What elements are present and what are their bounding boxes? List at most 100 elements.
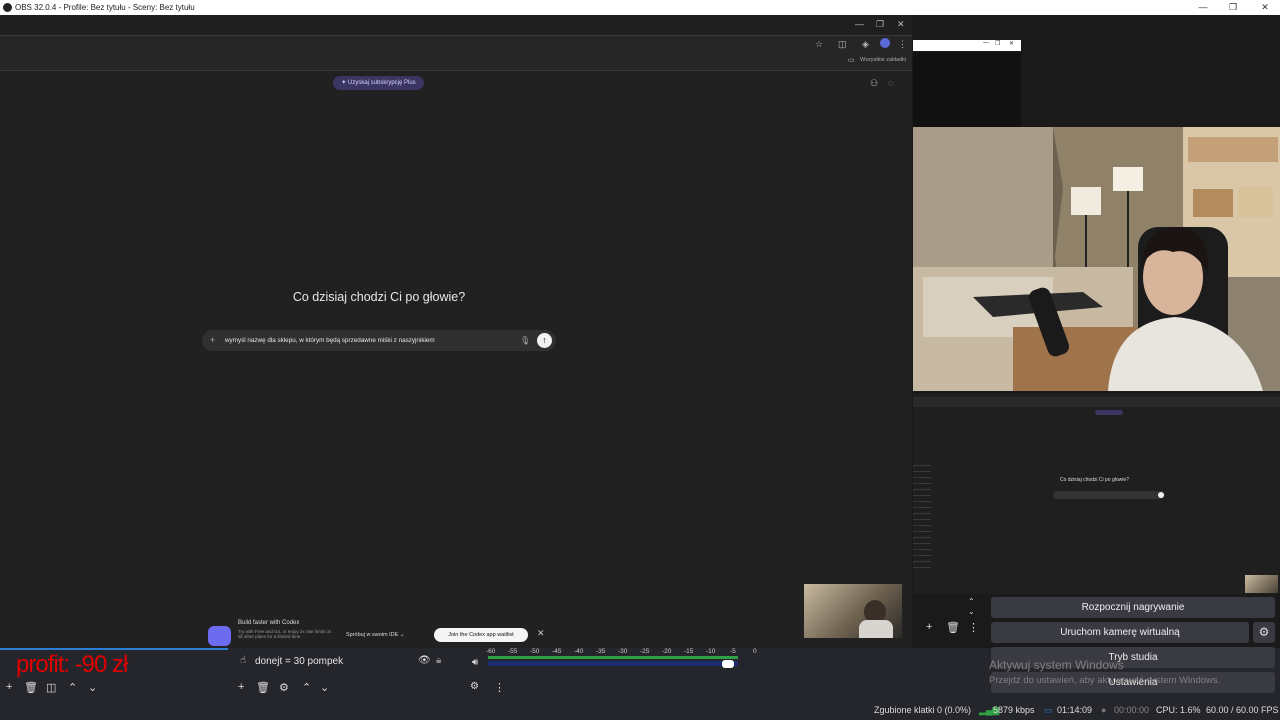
- mixer-tick: -10: [706, 648, 716, 655]
- bitrate: 5879 kbps: [993, 705, 1035, 715]
- start-virtual-camera-button[interactable]: Uruchom kamerę wirtualną: [991, 622, 1249, 643]
- windows-activation-text: Przejdź do ustawień, aby aktywować syste…: [989, 675, 1221, 686]
- window-title: OBS 32.0.4 - Profile: Bez tytułu - Sceny…: [15, 3, 195, 12]
- small-close-icon: ✕: [1009, 41, 1015, 47]
- scene-filters-button[interactable]: ◫: [46, 681, 56, 694]
- delete-scene-button[interactable]: 🗑︎: [24, 681, 38, 694]
- mixer-tick: -45: [552, 648, 562, 655]
- folder-icon: ▭: [848, 57, 855, 64]
- add-source-button[interactable]: +: [238, 681, 244, 693]
- captured-bookmarks-bar: ▭ Wszystkie zakładki: [0, 54, 912, 71]
- record-indicator-icon: ●: [1101, 705, 1107, 715]
- source-properties-gear-icon[interactable]: ⚙︎: [279, 681, 289, 694]
- chevron-down-icon: ⌄: [399, 632, 405, 638]
- captured-address-bar: ☆ ◫ ◈ ⋮: [0, 35, 912, 55]
- volume-slider-handle[interactable]: [722, 660, 734, 668]
- send-arrow-icon: ↑: [537, 333, 552, 348]
- mixer-tick: -60: [486, 648, 496, 655]
- lock-icon[interactable]: 🔒︎: [436, 655, 441, 666]
- volume-slider-track[interactable]: [488, 661, 738, 666]
- chat-headline: Co dzisiaj chodzi Ci po głowie?: [292, 290, 466, 304]
- small-restore-icon: ❐: [995, 41, 1001, 47]
- upgrade-plus-button: ✦ Uzyskaj subskrypcję Plus: [333, 76, 424, 90]
- mini-prompt-box: [1053, 491, 1165, 499]
- profit-overlay-text: profit: -90 zł: [16, 651, 128, 678]
- codex-logo-icon: [208, 626, 231, 646]
- shield-icon: ◈: [862, 39, 869, 49]
- move-source-down-button[interactable]: ⌄: [320, 681, 329, 694]
- prompt-text: wymyśl nazwę dla sklepu, w którym będą s…: [225, 337, 435, 344]
- profile-avatar-icon: [880, 38, 890, 48]
- mixer-tick: 0: [753, 648, 757, 655]
- user-add-icon: ⚇: [870, 78, 879, 88]
- cpu-usage: CPU: 1.6%: [1156, 705, 1201, 715]
- stream-time: 01:14:09: [1057, 705, 1093, 715]
- webcam-scene: [913, 127, 1280, 391]
- fps-readout: 60.00 / 60.00 FPS: [1206, 705, 1279, 715]
- captured-close-icon: ✕: [897, 19, 905, 29]
- attach-plus-icon: +: [210, 335, 216, 345]
- remove-scene-icon[interactable]: 🗑︎: [946, 621, 960, 634]
- scroll-down-icon[interactable]: ⌄: [968, 607, 975, 616]
- mini-facecam: [1245, 575, 1278, 593]
- small-window-body: [913, 52, 1021, 127]
- start-recording-button[interactable]: Rozpocznij nagrywanie: [991, 597, 1275, 618]
- record-time: 00:00:00: [1114, 705, 1150, 715]
- add-scene-button[interactable]: +: [6, 681, 12, 693]
- mixer-advanced-gear-icon[interactable]: ⚙︎: [470, 681, 479, 692]
- mixer-tick: -20: [662, 648, 672, 655]
- mixer-tick: -25: [640, 648, 650, 655]
- microphone-icon: 🎙︎: [520, 336, 531, 345]
- star-icon: ☆: [815, 39, 824, 49]
- virtual-camera-settings-gear-icon[interactable]: ⚙︎: [1253, 622, 1275, 643]
- codex-join-button: Join the Codex app waitlist: [434, 628, 528, 642]
- mixer-tick: -40: [574, 648, 584, 655]
- captured-restore-icon: ❐: [876, 19, 885, 29]
- mixer-tick: -35: [596, 648, 606, 655]
- codex-title: Build faster with Codex: [238, 620, 300, 626]
- stream-indicator-icon: ▭: [1044, 705, 1053, 715]
- status-bar: Zgubione klatki 0 (0.0%) ▂▄▆ 5879 kbps ▭…: [0, 700, 1280, 720]
- close-button[interactable]: ✕: [1250, 0, 1280, 15]
- captured-minimize-icon: —: [855, 19, 864, 29]
- codex-ide-button: Spróbuj w swoim IDE ⌄: [346, 632, 404, 638]
- codex-close-icon: ✕: [537, 628, 545, 638]
- mixer-menu-icon[interactable]: ⋮: [494, 681, 505, 694]
- move-scene-up-button[interactable]: ⌃: [68, 681, 77, 694]
- move-source-up-button[interactable]: ⌃: [302, 681, 311, 694]
- mini-upgrade-pill: [1095, 410, 1123, 415]
- mixer-tick: -30: [618, 648, 628, 655]
- mixer-tick: -15: [684, 648, 694, 655]
- source-type-icon: ☝︎: [240, 655, 247, 666]
- person-shirt: [859, 620, 893, 638]
- speaker-icon[interactable]: 🔊︎: [472, 657, 478, 668]
- codex-subtitle: Try with Free and Go, or enjoy 2x rate l…: [238, 629, 332, 639]
- source-label: donejt = 30 pompek: [255, 656, 344, 667]
- add-scene-icon[interactable]: +: [926, 621, 932, 633]
- mini-browser-bar: [913, 397, 1280, 407]
- browser-menu-icon: ⋮: [898, 39, 907, 49]
- visibility-eye-icon[interactable]: 👁︎: [418, 655, 431, 666]
- mini-send-icon: [1158, 492, 1164, 498]
- obs-logo-icon: [3, 3, 12, 12]
- window-titlebar: OBS 32.0.4 - Profile: Bez tytułu - Sceny…: [0, 0, 1280, 15]
- small-minimize-icon: —: [983, 40, 989, 46]
- scroll-up-icon[interactable]: ⌃: [968, 597, 975, 606]
- mixer-tick: -55: [508, 648, 518, 655]
- delete-source-button[interactable]: 🗑︎: [256, 681, 270, 694]
- bookmark-folder-label: Wszystkie zakładki: [860, 57, 907, 63]
- mixer-tick: -50: [530, 648, 540, 655]
- restore-button[interactable]: ❐: [1218, 0, 1248, 15]
- facecam-thumbnail: [804, 584, 902, 638]
- windows-activation-title: Aktywuj system Windows: [989, 658, 1124, 672]
- webcam-feed: [913, 127, 1280, 391]
- temporary-chat-icon: ◌: [888, 78, 894, 88]
- scene-selection-highlight: [0, 648, 228, 650]
- audio-level-meter: [488, 656, 738, 659]
- mini-sidebar-list: [913, 460, 931, 570]
- minimize-button[interactable]: —: [1188, 0, 1218, 15]
- codex-ide-label: Spróbuj w swoim IDE: [346, 632, 399, 638]
- move-scene-down-button[interactable]: ⌄: [88, 681, 97, 694]
- mixer-tick: -5: [730, 648, 736, 655]
- scene-menu-icon[interactable]: ⋮: [968, 621, 979, 634]
